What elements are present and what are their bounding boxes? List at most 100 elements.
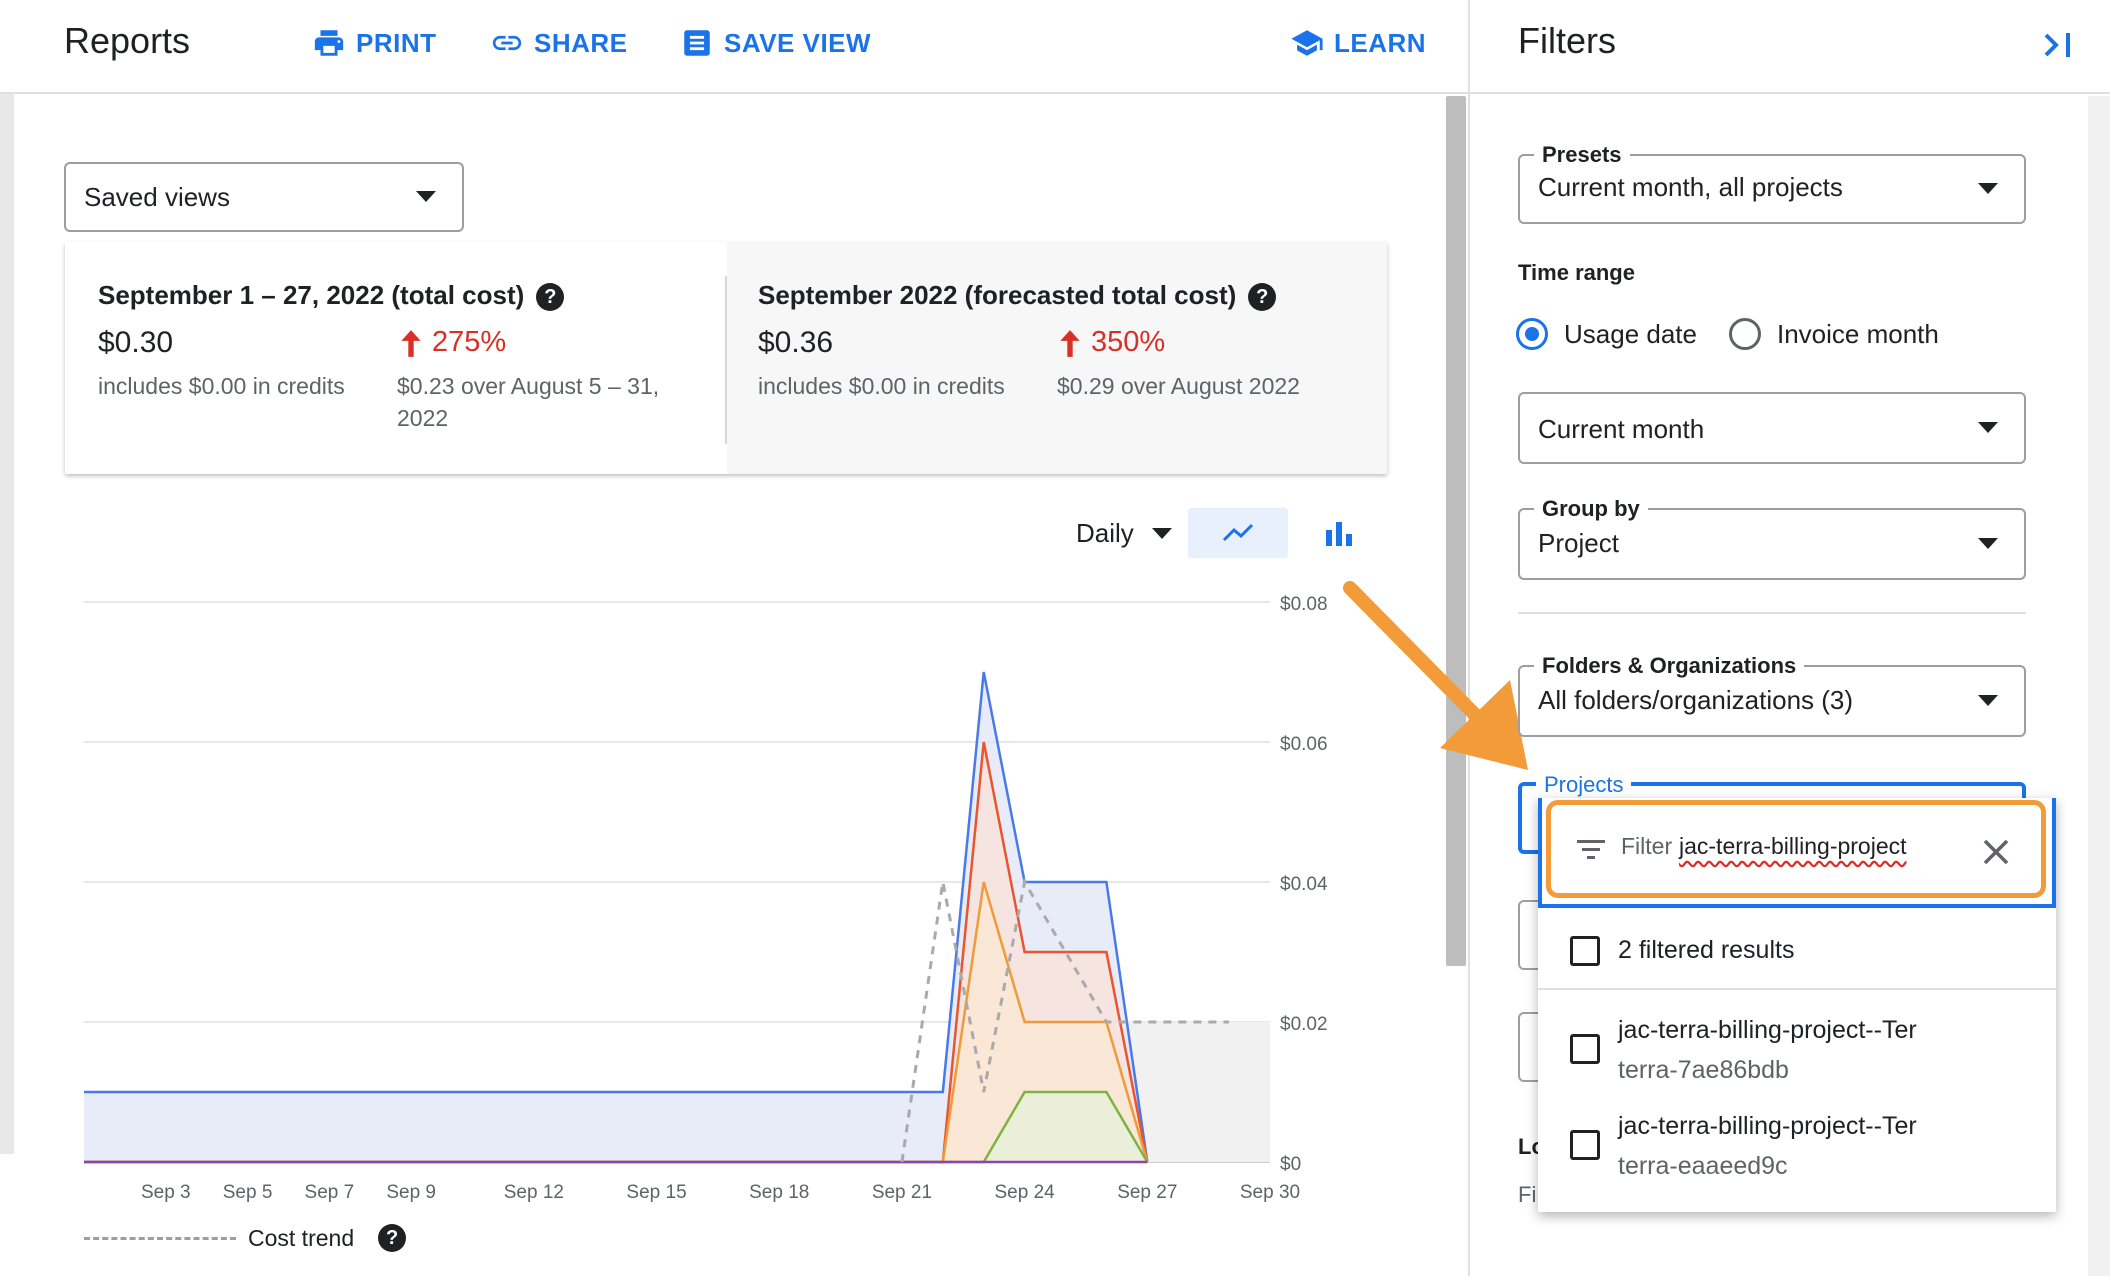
print-button[interactable]: PRINT <box>312 26 437 60</box>
summary-separator <box>725 276 727 444</box>
save-view-label: SAVE VIEW <box>724 27 872 58</box>
x-tick-label: Sep 30 <box>1240 1182 1300 1203</box>
x-tick-label: Sep 5 <box>223 1182 273 1203</box>
y-tick-label: $0.04 <box>1280 874 1328 895</box>
presets-value: Current month, all projects <box>1538 172 1843 202</box>
group-by-select[interactable]: Group by Project <box>1518 496 2026 580</box>
total-cost-title: September 1 – 27, 2022 (total cost)? <box>98 280 565 312</box>
y-tick-label: $0 <box>1280 1154 1301 1175</box>
chevron-down-icon <box>1978 183 1998 194</box>
x-tick-label: Sep 15 <box>626 1182 686 1203</box>
school-icon <box>1291 30 1323 56</box>
x-tick-label: Sep 7 <box>305 1182 355 1203</box>
invoice-month-label[interactable]: Invoice month <box>1777 319 1939 350</box>
collapse-panel-icon[interactable] <box>2040 28 2076 62</box>
y-tick-label: $0.02 <box>1280 1014 1328 1035</box>
x-tick-label: Sep 24 <box>995 1182 1056 1203</box>
total-cost-change-value: 275% <box>432 326 507 358</box>
line-chart-toggle[interactable] <box>1188 508 1288 558</box>
project-name[interactable]: jac-terra-billing-project--Ter <box>1618 1016 1917 1045</box>
total-cost-title-text: September 1 – 27, 2022 (total cost) <box>98 280 525 310</box>
cost-chart: $0 $0.02 $0.04 $0.06 $0.08 Sep 3 Sep 5 Sep 7 Sep… <box>84 594 1328 1203</box>
filter-icon <box>1577 840 1605 859</box>
bar-chart-toggle[interactable] <box>1310 508 1370 558</box>
close-icon[interactable] <box>1981 837 2011 867</box>
print-label: PRINT <box>356 27 437 58</box>
dropdown-divider <box>1538 988 2056 990</box>
help-icon[interactable]: ? <box>536 283 565 312</box>
total-cost-comparison: $0.23 over August 5 – 31, 2022 <box>397 373 660 431</box>
presets-select[interactable]: Presets Current month, all projects <box>1518 142 2026 224</box>
save-view-button[interactable]: SAVE VIEW <box>680 26 871 60</box>
forecast-cost-change-value: 350% <box>1091 326 1166 358</box>
arrow-up-icon <box>1060 329 1080 357</box>
main-scrollbar[interactable] <box>1446 96 1466 966</box>
folders-select[interactable]: Folders & Organizations All folders/orga… <box>1518 653 2026 737</box>
cost-summary: September 1 – 27, 2022 (total cost)? $0.… <box>65 242 1387 474</box>
x-tick-label: Sep 21 <box>872 1182 932 1203</box>
bar-chart-icon <box>1326 522 1352 546</box>
saved-views-value: Saved views <box>84 181 230 212</box>
hidden-section-value: Fi <box>1518 1182 1537 1207</box>
filter-prefix: Filter <box>1621 833 1673 859</box>
project-filter-input[interactable]: Filter jac-terra-billing-project <box>1546 800 2046 898</box>
filtered-results-count[interactable]: 2 filtered results <box>1618 936 1794 965</box>
project-name[interactable]: jac-terra-billing-project--Ter <box>1618 1112 1917 1141</box>
link-icon <box>492 35 522 51</box>
forecast-cost-title: September 2022 (forecasted total cost)? <box>758 280 1277 312</box>
saved-views-select[interactable]: Saved views <box>64 162 464 232</box>
time-range-value: Current month <box>1538 414 1705 444</box>
forecast-cost-change: 350% <box>1057 326 1165 359</box>
time-range-radios: Usage date Invoice month <box>1516 318 1939 350</box>
y-tick-label: $0.08 <box>1280 594 1328 615</box>
forecast-region <box>1126 1022 1270 1162</box>
usage-date-radio[interactable] <box>1516 318 1548 350</box>
presets-label: Presets <box>1534 142 1630 168</box>
help-icon[interactable]: ? <box>378 1224 407 1252</box>
usage-date-label[interactable]: Usage date <box>1564 319 1697 350</box>
project-checkbox[interactable] <box>1570 1034 1600 1064</box>
learn-button[interactable]: LEARN <box>1290 26 1426 60</box>
forecast-cost-comparison: $0.29 over August 2022 <box>1057 373 1300 399</box>
print-icon <box>314 30 344 56</box>
x-tick-label: Sep 3 <box>141 1182 191 1203</box>
group-by-label: Group by <box>1534 496 1648 522</box>
x-tick-label: Sep 9 <box>386 1182 436 1203</box>
forecast-cost-credits: includes $0.00 in credits <box>758 373 1005 399</box>
x-tick-label: Sep 27 <box>1117 1182 1177 1203</box>
granularity-select[interactable]: Daily <box>1076 518 1134 549</box>
filters-divider <box>1518 612 2026 614</box>
trend-dash-swatch <box>84 1236 236 1240</box>
project-checkbox[interactable] <box>1570 1130 1600 1160</box>
left-edge <box>0 94 14 1154</box>
forecast-cost-amount: $0.36 <box>758 326 834 359</box>
project-id: terra-7ae86bdb <box>1618 1056 1789 1084</box>
select-all-checkbox[interactable] <box>1570 936 1600 966</box>
y-tick-label: $0.06 <box>1280 734 1328 755</box>
chevron-down-icon <box>1978 538 1998 549</box>
document-icon <box>684 30 710 56</box>
filter-value[interactable]: jac-terra-billing-project <box>1679 833 1907 860</box>
chevron-down-icon <box>416 191 436 202</box>
total-cost-credits: includes $0.00 in credits <box>98 373 345 399</box>
chevron-down-icon <box>1978 695 1998 706</box>
projects-label: Projects <box>1536 772 1632 798</box>
share-button[interactable]: SHARE <box>490 26 628 60</box>
chevron-down-icon[interactable] <box>1152 528 1172 539</box>
line-chart-icon <box>1222 523 1254 542</box>
group-by-value: Project <box>1538 528 1619 558</box>
learn-label: LEARN <box>1334 27 1427 58</box>
project-id: terra-eaaeed9c <box>1618 1152 1788 1180</box>
legend-label: Cost trend <box>248 1224 355 1251</box>
invoice-month-radio[interactable] <box>1728 318 1761 350</box>
folders-value: All folders/organizations (3) <box>1538 685 1854 715</box>
x-tick-label: Sep 18 <box>749 1182 809 1203</box>
time-range-select[interactable]: Current month <box>1518 392 2026 464</box>
page-title: Reports <box>64 20 191 61</box>
forecast-cost-title-text: September 2022 (forecasted total cost) <box>758 280 1237 310</box>
total-cost-amount: $0.30 <box>98 326 174 359</box>
folders-label: Folders & Organizations <box>1534 653 1805 679</box>
help-icon[interactable]: ? <box>1248 283 1277 312</box>
x-tick-label: Sep 12 <box>504 1182 564 1203</box>
filters-scrollbar[interactable] <box>2088 96 2110 1276</box>
